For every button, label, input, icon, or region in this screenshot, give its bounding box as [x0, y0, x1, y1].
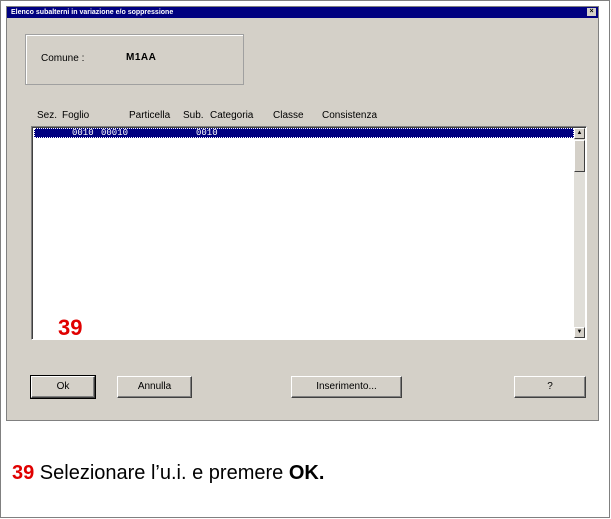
instruction-caption: 39 Selezionare l’u.i. e premere OK. [12, 462, 324, 485]
scroll-up-icon[interactable]: ▲ [574, 128, 585, 139]
vertical-scrollbar[interactable]: ▲ ▼ [574, 128, 585, 338]
comune-groupbox: Comune : M1AA [25, 34, 244, 85]
cell-foglio: 0010 [72, 128, 94, 138]
subalterni-listbox[interactable]: 0010 00010 0010 ▲ ▼ 39 [31, 126, 587, 340]
header-sez: Sez. [37, 110, 58, 121]
caption-step-number: 39 [12, 462, 35, 484]
annulla-button[interactable]: Annulla [117, 376, 192, 398]
comune-value: M1AA [126, 52, 157, 63]
header-categoria: Categoria [210, 110, 254, 121]
caption-bold-ok: OK. [288, 462, 325, 484]
scroll-down-icon[interactable]: ▼ [574, 327, 585, 338]
step-number-overlay: 39 [58, 315, 83, 340]
dialog-window: Elenco subalterni in variazione e/o sopp… [6, 6, 599, 421]
inserimento-button[interactable]: Inserimento... [291, 376, 402, 398]
header-consistenza: Consistenza [322, 110, 378, 121]
list-row-selected[interactable]: 0010 00010 0010 [34, 128, 574, 138]
scroll-thumb[interactable] [574, 140, 585, 172]
header-particella: Particella [129, 110, 171, 121]
help-button[interactable]: ? [514, 376, 586, 398]
cell-particella: 00010 [101, 128, 129, 138]
ok-button[interactable]: Ok [30, 375, 96, 399]
window-title: Elenco subalterni in variazione e/o sopp… [11, 9, 174, 16]
header-sub: Sub. [183, 110, 204, 121]
header-foglio: Foglio [62, 110, 90, 121]
cell-sub: 0010 [196, 128, 218, 138]
header-classe: Classe [273, 110, 304, 121]
close-icon[interactable]: × [587, 8, 596, 16]
caption-text: Selezionare l’u.i. e premere [34, 462, 289, 484]
comune-label: Comune : [41, 53, 85, 64]
title-bar: Elenco subalterni in variazione e/o sopp… [7, 7, 598, 18]
